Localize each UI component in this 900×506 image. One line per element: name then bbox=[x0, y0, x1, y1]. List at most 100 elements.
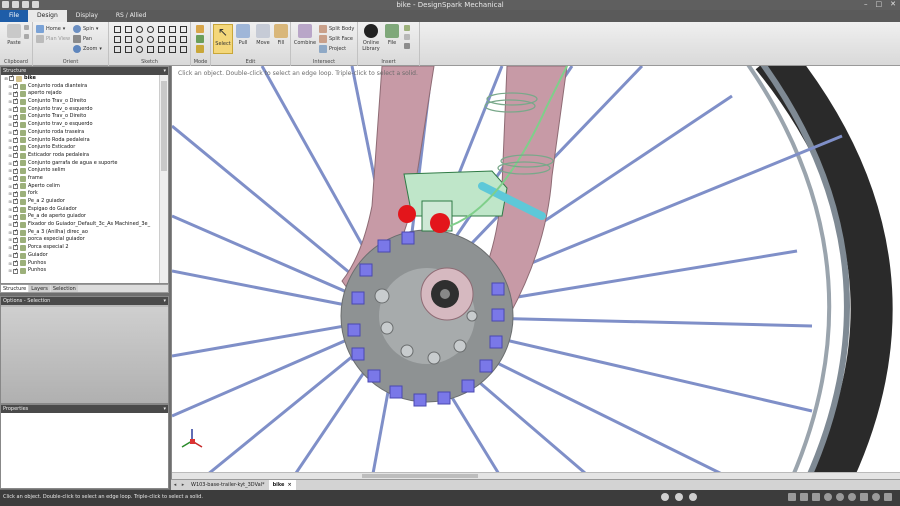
tab-structure[interactable]: Structure bbox=[1, 285, 29, 292]
snap-icon[interactable] bbox=[675, 493, 683, 501]
visibility-checkbox[interactable] bbox=[13, 197, 18, 205]
grid-icon[interactable] bbox=[884, 493, 892, 501]
visibility-checkbox[interactable] bbox=[13, 136, 18, 144]
visibility-checkbox[interactable] bbox=[13, 113, 18, 120]
insert-axis-icon[interactable] bbox=[404, 43, 410, 49]
spline-icon[interactable] bbox=[169, 36, 176, 43]
tab-selection[interactable]: Selection bbox=[50, 285, 78, 292]
tree-item[interactable]: ⊞Esticador roda pedaleira bbox=[1, 151, 159, 160]
ellipse-icon[interactable] bbox=[147, 36, 154, 43]
visibility-checkbox[interactable] bbox=[13, 82, 18, 90]
split-face-button[interactable]: Split Face bbox=[319, 35, 353, 43]
tree-item[interactable]: ⊞aperto rejado bbox=[1, 90, 159, 98]
visibility-checkbox[interactable] bbox=[13, 190, 18, 197]
tree-item[interactable]: ⊞Fixador do Guiador_Default_3c_As Machin… bbox=[1, 220, 159, 229]
tree-root[interactable]: ⊟bike bbox=[1, 75, 159, 83]
insert-image-icon[interactable] bbox=[404, 25, 410, 31]
visibility-checkbox[interactable] bbox=[13, 251, 18, 259]
visibility-checkbox[interactable] bbox=[13, 267, 18, 274]
arc-icon[interactable] bbox=[147, 26, 154, 33]
visibility-checkbox[interactable] bbox=[13, 220, 18, 228]
pin-icon[interactable]: ▾ bbox=[163, 67, 166, 75]
design-viewport[interactable]: Click an object. Double-click to select … bbox=[171, 66, 900, 479]
select-sketch-icon[interactable] bbox=[114, 26, 121, 33]
visibility-checkbox[interactable] bbox=[13, 205, 18, 213]
viewport-horizontal-scrollbar[interactable] bbox=[172, 472, 900, 479]
history-icon[interactable] bbox=[689, 493, 697, 501]
tree-item[interactable]: ⊞Conjunto trav_o esquerdo bbox=[1, 120, 159, 129]
tree-item[interactable]: ⊞frame bbox=[1, 174, 159, 183]
tree-item[interactable]: ⊞Pe_a de aperto guiador bbox=[1, 213, 159, 221]
tree-item[interactable]: ⊞Pe_a 2 guiador bbox=[1, 197, 159, 206]
tree-item[interactable]: ⊞Conjunto Roda pedaleira bbox=[1, 136, 159, 145]
tab-rs-allied[interactable]: RS / Allied bbox=[107, 10, 155, 22]
select-button[interactable]: ↖ Select bbox=[213, 24, 233, 54]
tree-item[interactable]: ⊞Conjunto roda dianteira bbox=[1, 82, 159, 91]
spin-button[interactable]: Spin ▾ bbox=[73, 25, 98, 33]
tree-item[interactable]: ⊞Conjunto selim bbox=[1, 167, 159, 175]
visibility-checkbox[interactable] bbox=[13, 243, 18, 251]
visibility-checkbox[interactable] bbox=[13, 213, 18, 220]
pull-button[interactable]: Pull bbox=[233, 24, 253, 46]
tangent-line-icon[interactable] bbox=[114, 36, 121, 43]
combine-button[interactable]: Combine bbox=[293, 24, 317, 46]
project-button[interactable]: Project bbox=[319, 45, 346, 53]
close-button[interactable]: ✕ bbox=[890, 0, 896, 8]
tree-item[interactable]: ⊞Porca especial 2 bbox=[1, 243, 159, 252]
zoom-fit-icon[interactable] bbox=[812, 493, 820, 501]
bend-icon[interactable] bbox=[180, 46, 187, 53]
visibility-checkbox[interactable] bbox=[13, 105, 18, 113]
visibility-checkbox[interactable] bbox=[13, 120, 18, 128]
bike-model-render[interactable] bbox=[172, 66, 900, 479]
circle-icon[interactable] bbox=[136, 26, 143, 33]
pin-icon[interactable]: ▾ bbox=[163, 405, 166, 413]
tree-item[interactable]: ⊞fork bbox=[1, 190, 159, 198]
tree-item[interactable]: ⊞Conjunto garrafa de agua e suporte bbox=[1, 159, 159, 168]
lighting-icon[interactable] bbox=[872, 493, 880, 501]
structure-scrollbar[interactable] bbox=[159, 75, 168, 283]
visibility-checkbox[interactable] bbox=[13, 151, 18, 159]
visibility-checkbox[interactable] bbox=[9, 75, 14, 82]
rectangle-icon[interactable] bbox=[125, 26, 132, 33]
select-mode-icon[interactable] bbox=[788, 493, 796, 501]
tree-item[interactable]: ⊞Conjunto roda traseira bbox=[1, 128, 159, 137]
fillet-icon[interactable] bbox=[180, 36, 187, 43]
section-mode-icon[interactable] bbox=[196, 35, 204, 43]
selection-filter-icon[interactable] bbox=[661, 493, 669, 501]
zoom-button[interactable]: Zoom ▾ bbox=[73, 45, 102, 53]
three-point-circle-icon[interactable] bbox=[136, 36, 143, 43]
extend-icon[interactable] bbox=[158, 46, 165, 53]
tab-nav-right-icon[interactable]: ▸ bbox=[179, 480, 187, 490]
visibility-checkbox[interactable] bbox=[13, 97, 18, 105]
doc-tab-trailer[interactable]: W103-base-trailer-kyt_3DVal* bbox=[187, 480, 269, 490]
tree-item[interactable]: ⊞Conjunto trav_o esquerdo bbox=[1, 105, 159, 114]
mirror-icon[interactable] bbox=[147, 46, 154, 53]
move-button[interactable]: Move bbox=[253, 24, 273, 46]
online-library-button[interactable]: Online Library bbox=[360, 24, 382, 52]
split-line-icon[interactable] bbox=[169, 46, 176, 53]
visibility-checkbox[interactable] bbox=[13, 182, 18, 190]
polygon-icon[interactable] bbox=[158, 26, 165, 33]
visibility-checkbox[interactable] bbox=[13, 236, 18, 243]
tab-display[interactable]: Display bbox=[67, 10, 107, 22]
doc-tab-bike[interactable]: bike × bbox=[268, 480, 296, 490]
tree-item[interactable]: ⊞Aperto celim bbox=[1, 182, 159, 191]
visibility-checkbox[interactable] bbox=[13, 167, 18, 174]
tab-nav-left-icon[interactable]: ◂ bbox=[171, 480, 179, 490]
tree-item[interactable]: ⊞porca especial guiador bbox=[1, 236, 159, 244]
pin-icon[interactable]: ▾ bbox=[163, 297, 166, 305]
visibility-checkbox[interactable] bbox=[13, 90, 18, 97]
visibility-checkbox[interactable] bbox=[13, 128, 18, 136]
tab-file[interactable]: File bbox=[0, 10, 29, 22]
minimize-button[interactable]: – bbox=[864, 0, 868, 8]
render-style-icon[interactable] bbox=[848, 493, 856, 501]
maximize-button[interactable]: □ bbox=[876, 0, 883, 8]
split-body-button[interactable]: Split Body bbox=[319, 25, 354, 33]
zoom-icon[interactable] bbox=[824, 493, 832, 501]
tree-item[interactable]: ⊞Pe_a 3 (Anilha) direc_ao bbox=[1, 228, 159, 237]
three-point-rect-icon[interactable] bbox=[125, 36, 132, 43]
trim-icon[interactable] bbox=[180, 26, 187, 33]
cut-icon[interactable] bbox=[24, 25, 29, 30]
scrollbar-thumb[interactable] bbox=[362, 474, 478, 478]
tab-design[interactable]: Design bbox=[28, 10, 67, 22]
